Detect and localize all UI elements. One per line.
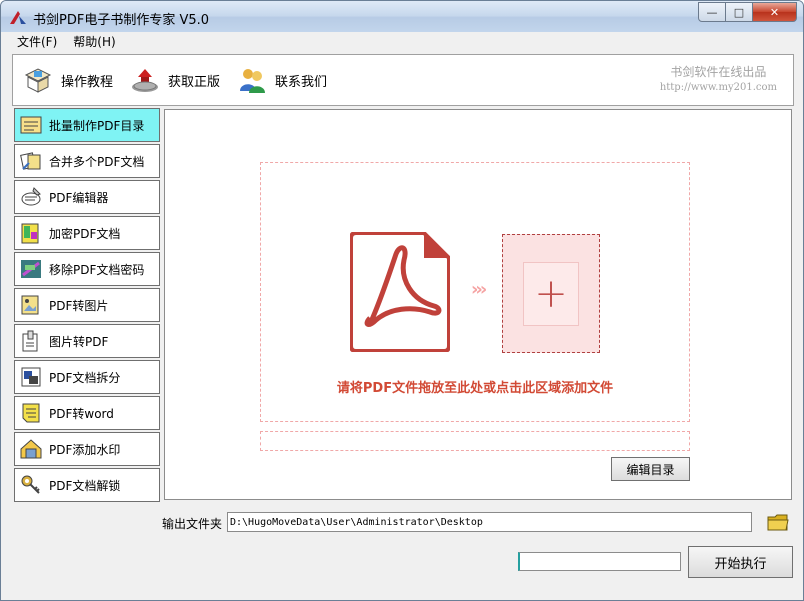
sidebar-item-remove-password[interactable]: 移除PDF文档密码 [14, 252, 160, 286]
sidebar-item-label: PDF文档拆分 [49, 370, 121, 385]
folder-browse-icon[interactable] [767, 512, 789, 532]
contact-label: 联系我们 [275, 74, 328, 90]
main-panel: ››› + 请将PDF文件拖放至此处或点击此区域添加文件 编辑目录 [164, 109, 792, 500]
add-file-box[interactable]: + [502, 234, 600, 353]
toc-list-icon [20, 116, 42, 134]
sidebar-item-label: 图片转PDF [49, 334, 109, 349]
sidebar-item-encrypt[interactable]: 加密PDF文档 [14, 216, 160, 250]
sidebar-item-label: PDF转图片 [49, 298, 109, 313]
brand-name: 书剑软件在线出品 [670, 65, 767, 79]
toolbar: 操作教程 获取正版 联系我们 书剑软件在线出品 http://www.my201… [12, 54, 794, 106]
contact-button[interactable]: 联系我们 [237, 65, 327, 95]
split-icon [21, 367, 41, 387]
app-logo-icon [10, 11, 26, 24]
sidebar-item-label: 批量制作PDF目录 [49, 118, 145, 133]
menu-file[interactable]: 文件(F) [9, 32, 65, 52]
minimize-icon: — [706, 5, 718, 19]
edit-toc-button[interactable]: 编辑目录 [611, 457, 690, 481]
pdf-to-word-icon [22, 403, 40, 423]
title-bar[interactable]: 书剑PDF电子书制作专家 V5.0 — □ ✕ [1, 1, 803, 32]
file-drop-zone[interactable]: ››› + 请将PDF文件拖放至此处或点击此区域添加文件 [260, 162, 690, 422]
remove-password-icon [21, 260, 41, 278]
sidebar-item-split[interactable]: PDF文档拆分 [14, 360, 160, 394]
purchase-button[interactable]: 获取正版 [130, 65, 220, 95]
start-button[interactable]: 开始执行 [688, 546, 793, 578]
menu-help[interactable]: 帮助(H) [65, 32, 123, 52]
pdf-document-icon [350, 232, 450, 352]
output-folder-label: 输出文件夹 [162, 517, 223, 531]
brand-url: http://www.my201.com [659, 82, 777, 93]
sidebar-item-merge[interactable]: 合并多个PDF文档 [14, 144, 160, 178]
arrow-right-icon: ››› [471, 279, 487, 300]
purchase-icon [132, 69, 158, 92]
tutorial-label: 操作教程 [61, 74, 114, 90]
sidebar-item-label: PDF转word [49, 406, 114, 421]
drop-hint-text: 请将PDF文件拖放至此处或点击此区域添加文件 [336, 381, 614, 396]
purchase-label: 获取正版 [168, 74, 221, 90]
window-controls: — □ ✕ [698, 2, 797, 22]
client-area: 操作教程 获取正版 联系我们 书剑软件在线出品 http://www.my201… [9, 52, 795, 592]
menu-bar: 文件(F) 帮助(H) [9, 32, 795, 52]
sidebar-item-watermark[interactable]: PDF添加水印 [14, 432, 160, 466]
maximize-icon: □ [733, 5, 745, 19]
brand-block: 书剑软件在线出品 http://www.my201.com [660, 63, 777, 93]
editor-icon [21, 187, 41, 206]
file-info-strip [260, 431, 690, 451]
window-title: 书剑PDF电子书制作专家 V5.0 [33, 13, 210, 28]
watermark-icon [20, 439, 42, 459]
sidebar-item-label: 合并多个PDF文档 [49, 154, 145, 169]
sidebar-item-label: 加密PDF文档 [49, 226, 121, 241]
tutorial-button[interactable]: 操作教程 [23, 65, 113, 95]
merge-icon [20, 152, 41, 170]
contact-icon [240, 69, 265, 93]
sidebar-item-pdf-to-word[interactable]: PDF转word [14, 396, 160, 430]
image-to-pdf-icon [22, 330, 38, 352]
encrypt-icon [21, 223, 39, 244]
maximize-button[interactable]: □ [725, 2, 753, 22]
sidebar-item-image-to-pdf[interactable]: 图片转PDF [14, 324, 160, 358]
close-icon: ✕ [769, 5, 780, 19]
sidebar-item-label: 移除PDF文档密码 [49, 262, 145, 277]
sidebar-item-label: PDF编辑器 [49, 190, 109, 205]
tutorial-icon [24, 68, 52, 93]
sidebar-item-editor[interactable]: PDF编辑器 [14, 180, 160, 214]
sidebar-item-batch-toc[interactable]: 批量制作PDF目录 [14, 108, 160, 142]
close-button[interactable]: ✕ [752, 2, 797, 22]
sidebar-item-unlock[interactable]: PDF文档解锁 [14, 468, 160, 502]
plus-icon: + [534, 271, 568, 317]
pdf-to-image-icon [21, 295, 39, 315]
progress-bar [518, 552, 681, 571]
sidebar-item-label: PDF文档解锁 [49, 478, 121, 493]
unlock-key-icon [21, 475, 40, 494]
sidebar-item-pdf-to-image[interactable]: PDF转图片 [14, 288, 160, 322]
app-window: 书剑PDF电子书制作专家 V5.0 — □ ✕ 文件(F) 帮助(H) 操作教程 [0, 0, 804, 601]
minimize-button[interactable]: — [698, 2, 726, 22]
sidebar-item-label: PDF添加水印 [49, 442, 121, 457]
output-folder-input[interactable]: D:\HugoMoveData\User\Administrator\Deskt… [227, 512, 752, 532]
add-file-inner: + [523, 262, 579, 326]
